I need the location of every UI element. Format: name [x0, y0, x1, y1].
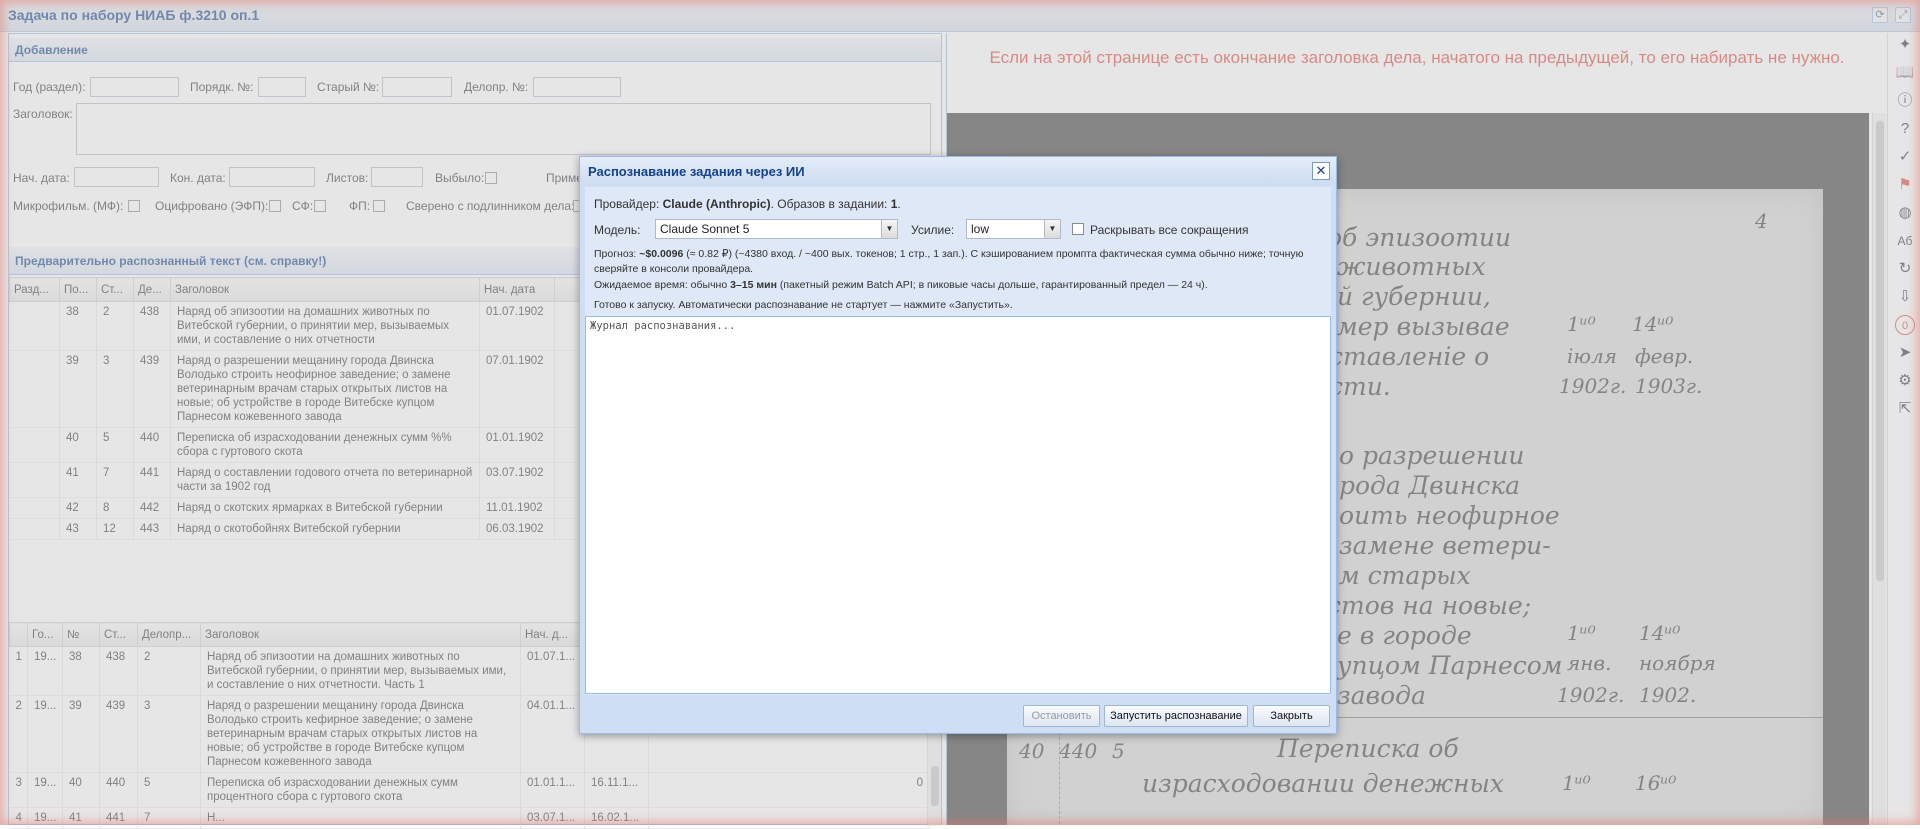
provider-line: Провайдер: Claude (Anthropic). Образов в… [594, 197, 901, 211]
model-value: Claude Sonnet 5 [660, 222, 750, 236]
time-label: Ожидаемое время: обычно [594, 279, 731, 291]
effort-select[interactable]: low ▼ [966, 219, 1061, 239]
ready-status: Готово к запуску. Автоматически распозна… [594, 299, 1013, 311]
forecast-text: Прогноз: ~$0.0096 (≈ 0.82 ₽) (~4380 вход… [594, 247, 1324, 277]
log-placeholder: Журнал распознавания... [590, 320, 736, 332]
forecast-details: (≈ 0.82 ₽) (~4380 вход. / ~400 вых. токе… [594, 248, 1304, 275]
recognition-log[interactable]: Журнал распознавания... [585, 316, 1331, 694]
samples-end: . [897, 197, 901, 211]
effort-value: low [971, 222, 990, 236]
model-select[interactable]: Claude Sonnet 5 ▼ [655, 219, 898, 239]
model-label: Модель: [594, 223, 641, 237]
time-value: 3–15 мин [730, 279, 777, 291]
dialog-header: Распознавание задания через ИИ ✕ [580, 157, 1336, 185]
samples-label: . Образов в задании: [770, 197, 891, 211]
chevron-down-icon[interactable]: ▼ [1044, 220, 1060, 238]
chevron-down-icon[interactable]: ▼ [881, 220, 897, 238]
expand-abbreviations-label: Раскрывать все сокращения [1090, 223, 1249, 237]
ai-recognition-dialog: Распознавание задания через ИИ ✕ Провайд… [579, 156, 1337, 734]
forecast-label: Прогноз: [594, 248, 640, 260]
provider-name: Claude (Anthropic) [662, 197, 771, 211]
dialog-body: Провайдер: Claude (Anthropic). Образов в… [585, 187, 1331, 695]
close-icon[interactable]: ✕ [1312, 162, 1330, 180]
stop-button[interactable]: Остановить [1023, 705, 1100, 727]
time-text: Ожидаемое время: обычно 3–15 мин (пакетн… [594, 278, 1324, 293]
effort-label: Усилие: [911, 223, 955, 237]
dialog-title: Распознавание задания через ИИ [588, 164, 805, 179]
time-details: (пакетный режим Batch API; в пиковые час… [776, 279, 1208, 291]
start-recognition-button[interactable]: Запустить распознавание [1104, 705, 1248, 727]
provider-label: Провайдер: [594, 197, 663, 211]
forecast-cost: ~$0.0096 [639, 248, 684, 260]
close-button[interactable]: Закрыть [1253, 705, 1330, 727]
expand-abbreviations-checkbox[interactable] [1072, 223, 1084, 235]
